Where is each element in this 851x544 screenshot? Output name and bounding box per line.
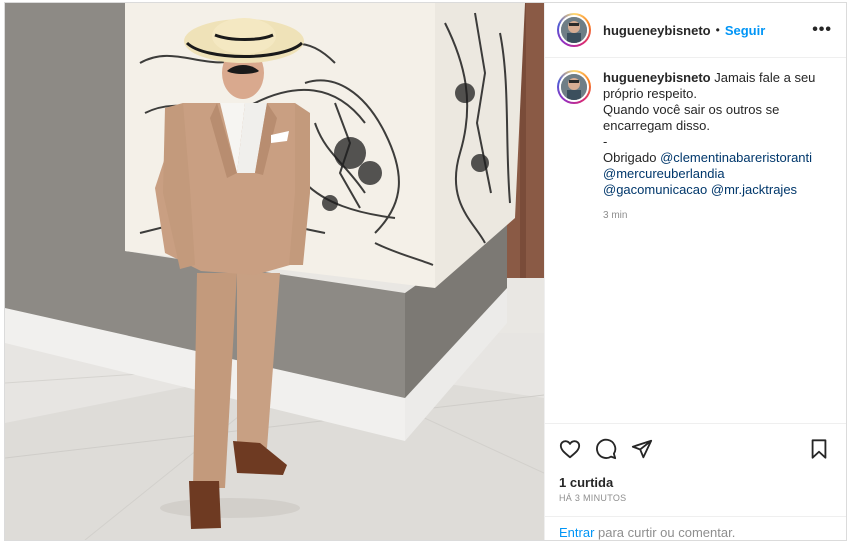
mention-link[interactable]: @mercureuberlandia xyxy=(603,166,725,181)
bookmark-icon[interactable] xyxy=(806,436,832,462)
login-prompt-text: para curtir ou comentar. xyxy=(594,525,736,540)
mention-link[interactable]: @mr.jacktrajes xyxy=(711,182,797,197)
more-options-icon[interactable]: ••• xyxy=(812,21,832,39)
avatar-photo xyxy=(561,17,587,43)
comment-icon[interactable] xyxy=(593,436,619,462)
follow-button[interactable]: Seguir xyxy=(725,23,765,38)
caption-username[interactable]: hugueneybisneto xyxy=(603,70,711,85)
login-prompt: Entrar para curtir ou comentar. xyxy=(545,516,846,542)
share-icon[interactable] xyxy=(629,436,655,462)
mention-link[interactable]: @gacomunicacao xyxy=(603,182,707,197)
post-side-panel: hugueneybisneto • Seguir ••• hugueneybis… xyxy=(544,3,846,540)
login-link[interactable]: Entrar xyxy=(559,525,594,540)
caption-avatar[interactable] xyxy=(557,70,591,104)
caption-time: 3 min xyxy=(603,210,628,221)
post-timestamp: HÁ 3 MINUTOS xyxy=(559,493,627,503)
action-icons-row xyxy=(545,424,846,474)
separator-dot: • xyxy=(715,23,720,37)
caption-line-3: - xyxy=(603,134,608,149)
caption-text: hugueneybisneto Jamais fale a seu própri… xyxy=(603,70,825,224)
heart-icon[interactable] xyxy=(557,436,583,462)
caption: hugueneybisneto Jamais fale a seu própri… xyxy=(545,58,846,224)
avatar[interactable] xyxy=(557,13,591,47)
caption-thanks: Obrigado xyxy=(603,150,657,165)
post-actions: 1 curtida HÁ 3 MINUTOS Entrar para curti… xyxy=(545,423,846,540)
username-link[interactable]: hugueneybisneto xyxy=(603,23,711,38)
instagram-post: hugueneybisneto • Seguir ••• hugueneybis… xyxy=(4,2,847,541)
avatar-photo xyxy=(561,74,587,100)
photo-illustration xyxy=(5,3,544,540)
likes-count[interactable]: 1 curtida xyxy=(545,475,846,490)
caption-line-2: Quando você sair os outros se encarregam… xyxy=(603,102,780,133)
post-photo[interactable] xyxy=(5,3,544,540)
post-header: hugueneybisneto • Seguir ••• xyxy=(545,3,846,58)
mention-link[interactable]: @clementinabareristoranti xyxy=(660,150,812,165)
